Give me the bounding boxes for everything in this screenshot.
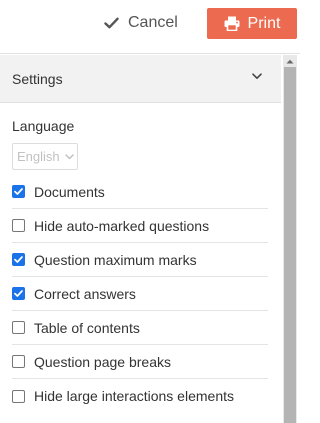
language-select[interactable]: English [12, 143, 78, 170]
language-value: English [17, 149, 60, 164]
settings-header[interactable]: Settings [0, 55, 281, 103]
checkbox[interactable] [12, 253, 25, 266]
top-toolbar: Cancel Print [0, 0, 300, 54]
checkbox[interactable] [12, 389, 25, 403]
option-label: Question page breaks [34, 353, 171, 370]
triangle-up-icon [286, 59, 294, 63]
option-documents[interactable]: Documents [12, 175, 268, 209]
cancel-button[interactable]: Cancel [104, 10, 178, 36]
option-label: Question maximum marks [34, 251, 197, 268]
settings-panel: Settings Language English Documents Hide… [0, 55, 281, 423]
settings-title: Settings [12, 70, 63, 87]
option-hide-auto-marked-questions[interactable]: Hide auto-marked questions [12, 209, 268, 243]
checkbox[interactable] [12, 185, 25, 198]
checkbox[interactable] [12, 219, 25, 232]
checkmark-icon [14, 188, 23, 195]
option-label: Correct answers [34, 285, 136, 302]
checkmark-icon [14, 290, 23, 297]
option-question-maximum-marks[interactable]: Question maximum marks [12, 243, 268, 277]
option-label: Table of contents [34, 319, 140, 336]
cancel-label: Cancel [128, 14, 178, 31]
option-label: Hide auto-marked questions [34, 217, 210, 234]
checkmark-icon [14, 256, 23, 263]
checkbox[interactable] [12, 321, 25, 334]
option-label: Documents [34, 183, 105, 200]
print-button[interactable]: Print [207, 8, 297, 39]
option-label: Hide large interactions elements [34, 388, 234, 404]
scrollbar-thumb[interactable] [284, 67, 296, 423]
printer-icon [224, 16, 240, 31]
checkbox[interactable] [12, 287, 25, 300]
print-label: Print [247, 14, 281, 32]
chevron-down-icon [252, 73, 262, 79]
option-hide-large-interactions-elements[interactable]: Hide large interactions elements [12, 379, 268, 413]
scrollbar[interactable] [283, 55, 297, 423]
option-correct-answers[interactable]: Correct answers [12, 277, 268, 311]
scroll-up-arrow[interactable] [283, 55, 297, 67]
check-icon [104, 17, 119, 29]
language-label: Language [12, 118, 75, 134]
chevron-down-icon [65, 154, 74, 160]
option-table-of-contents[interactable]: Table of contents [12, 311, 268, 345]
option-question-page-breaks[interactable]: Question page breaks [12, 345, 268, 379]
checkbox[interactable] [12, 355, 25, 368]
